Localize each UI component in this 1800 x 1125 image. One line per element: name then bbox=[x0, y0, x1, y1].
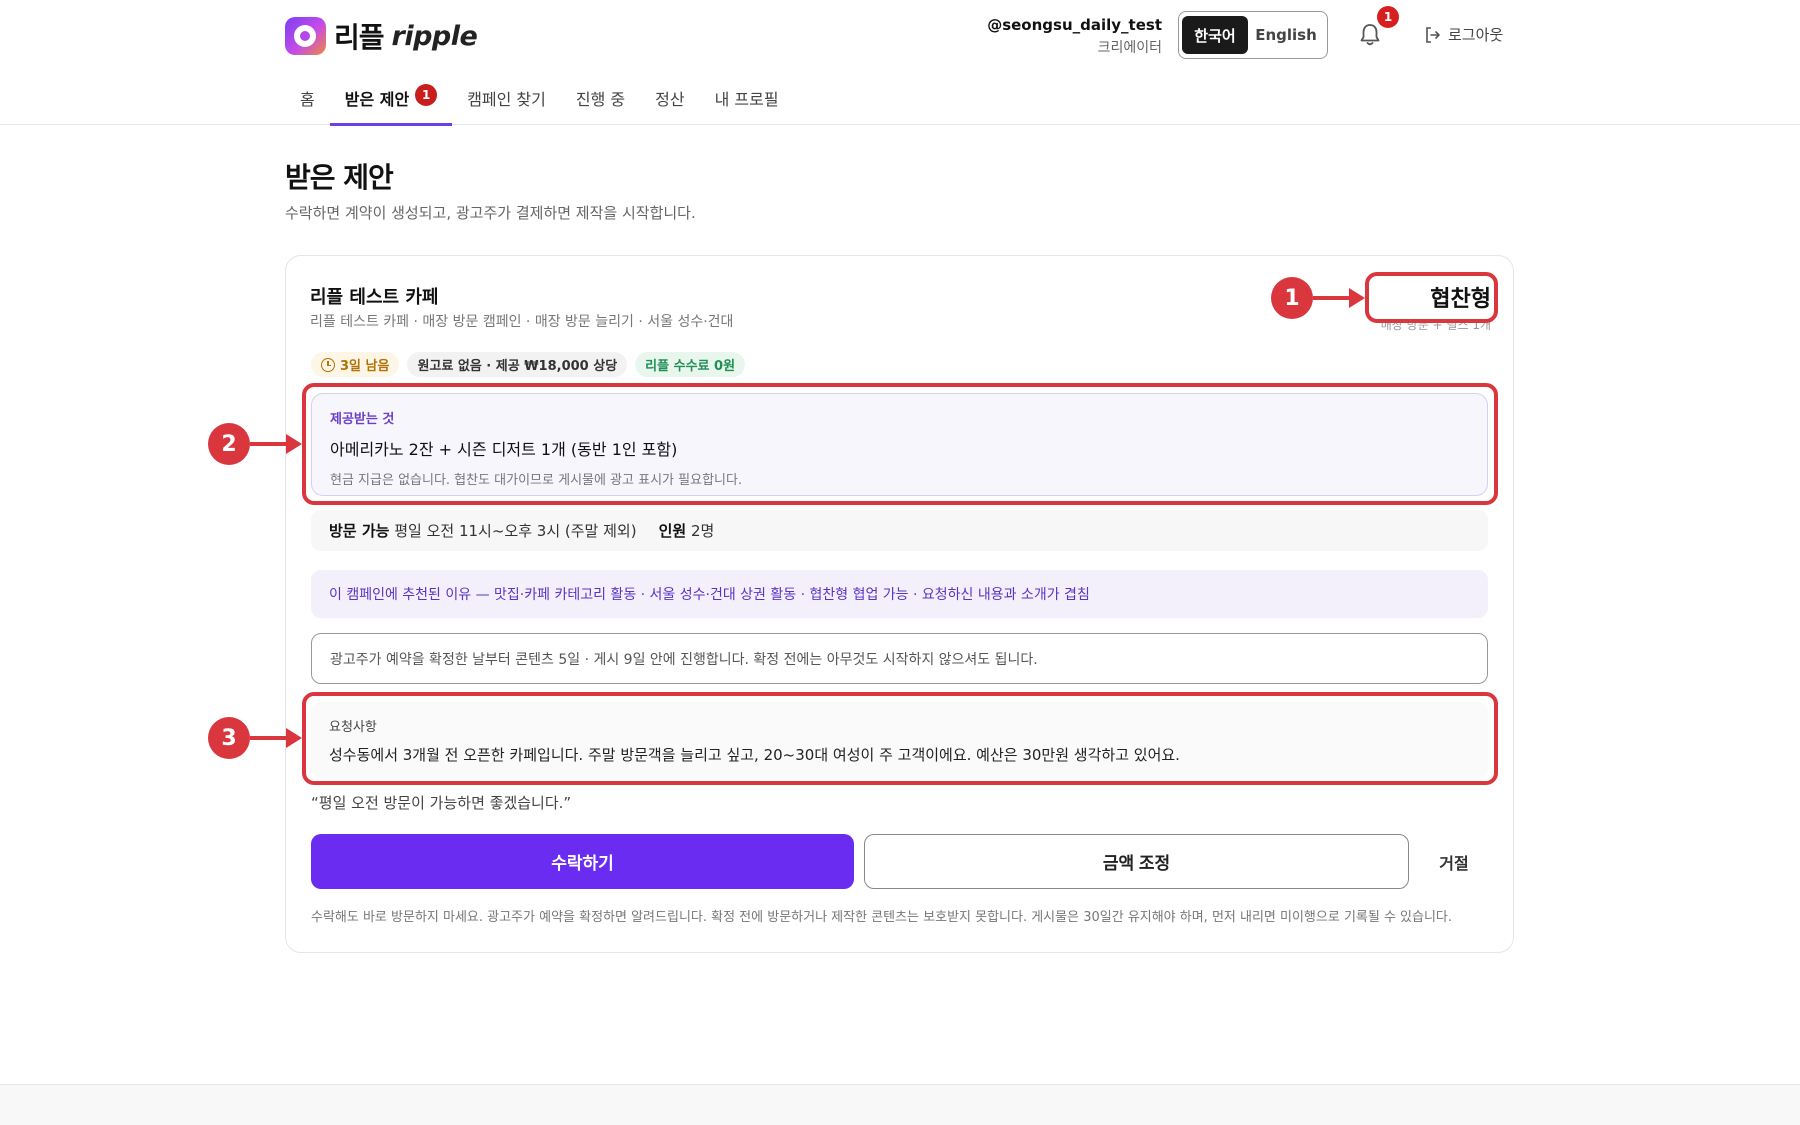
store-name: 리플 테스트 카페 bbox=[310, 287, 439, 308]
top-header: 리플 ripple @seongsu_daily_test 크리에이터 한국어 … bbox=[0, 0, 1800, 126]
logout-button[interactable]: 로그아웃 bbox=[1424, 24, 1503, 45]
advertiser-quote: “평일 오전 방문이 가능하면 좋겠습니다.” bbox=[311, 794, 572, 812]
annotation-arrow-1 bbox=[1313, 288, 1365, 308]
logo[interactable]: 리플 ripple bbox=[285, 16, 478, 56]
page-footer bbox=[0, 1084, 1800, 1125]
time-left-chip: 3일 남음 bbox=[311, 352, 400, 377]
fee-chip: 원고료 없음 · 제공 ₩18,000 상당 bbox=[407, 352, 628, 377]
recommendation-reason: 이 캠페인에 추천된 이유 — 맛집·카페 카테고리 활동 · 서울 성수·건대… bbox=[311, 570, 1488, 618]
tab-label: 내 프로필 bbox=[714, 90, 779, 109]
accept-button[interactable]: 수락하기 bbox=[311, 834, 854, 889]
highlight-box-3 bbox=[302, 692, 1498, 785]
lang-english-button[interactable]: English bbox=[1248, 16, 1324, 54]
reject-button[interactable]: 거절 bbox=[1420, 834, 1488, 889]
visit-people: 인원 2명 bbox=[659, 520, 715, 541]
tab-label: 받은 제안 bbox=[344, 90, 410, 109]
visit-value: 평일 오전 11시~오후 3시 (주말 제외) bbox=[394, 522, 637, 540]
user-handle: @seongsu_daily_test bbox=[987, 16, 1162, 34]
lang-korean-button[interactable]: 한국어 bbox=[1182, 16, 1248, 54]
time-left-text: 3일 남음 bbox=[340, 359, 390, 374]
annotation-arrow-2 bbox=[250, 434, 302, 454]
logo-icon bbox=[285, 17, 326, 55]
visit-info-row: 방문 가능 평일 오전 11시~오후 3시 (주말 제외) 인원 2명 bbox=[311, 510, 1488, 551]
tab-label: 진행 중 bbox=[575, 90, 626, 109]
main-nav: 홈 받은 제안 1 캠페인 찾기 진행 중 정산 내 프로필 bbox=[285, 72, 794, 126]
tab-home[interactable]: 홈 bbox=[285, 72, 330, 125]
logout-label: 로그아웃 bbox=[1448, 26, 1504, 44]
visit-availability: 방문 가능 평일 오전 11시~오후 3시 (주말 제외) bbox=[329, 520, 637, 541]
people-value: 2명 bbox=[690, 522, 715, 540]
tab-settlement[interactable]: 정산 bbox=[640, 72, 699, 125]
tab-label: 홈 bbox=[300, 90, 315, 109]
visit-label: 방문 가능 bbox=[329, 522, 390, 540]
people-label: 인원 bbox=[658, 522, 687, 540]
ripple-fee-chip: 리플 수수료 0원 bbox=[635, 352, 746, 377]
tab-in-progress[interactable]: 진행 중 bbox=[561, 72, 640, 125]
highlight-box-1 bbox=[1365, 272, 1498, 323]
tab-received-offers[interactable]: 받은 제안 1 bbox=[329, 72, 453, 126]
annotation-marker-1: 1 bbox=[1271, 277, 1313, 319]
logo-text-ko: 리플 bbox=[334, 21, 385, 54]
bell-icon[interactable] bbox=[1358, 22, 1382, 48]
page-title: 받은 제안 bbox=[285, 161, 394, 194]
tab-label: 정산 bbox=[655, 90, 685, 109]
logo-text-en: ripple bbox=[391, 20, 478, 52]
page-subtitle: 수락하면 계약이 생성되고, 광고주가 결제하면 제작을 시작합니다. bbox=[285, 204, 696, 222]
offer-chips: 3일 남음 원고료 없음 · 제공 ₩18,000 상당 리플 수수료 0원 bbox=[311, 352, 746, 377]
tab-label: 캠페인 찾기 bbox=[467, 90, 546, 109]
store-meta: 리플 테스트 카페 · 매장 방문 캠페인 · 매장 방문 늘리기 · 서울 성… bbox=[310, 314, 734, 330]
tab-badge: 1 bbox=[415, 84, 438, 106]
language-toggle: 한국어 English bbox=[1178, 11, 1328, 59]
tab-find-campaigns[interactable]: 캠페인 찾기 bbox=[452, 72, 561, 125]
highlight-box-2 bbox=[302, 383, 1498, 505]
adjust-price-button[interactable]: 금액 조정 bbox=[864, 834, 1409, 889]
tab-my-profile[interactable]: 내 프로필 bbox=[700, 72, 794, 125]
annotation-marker-2: 2 bbox=[208, 423, 250, 465]
user-info: @seongsu_daily_test 크리에이터 bbox=[987, 16, 1162, 57]
schedule-info: 광고주가 예약을 확정한 날부터 콘텐츠 5일 · 게시 9일 안에 진행합니다… bbox=[311, 633, 1488, 684]
user-role: 크리에이터 bbox=[1097, 40, 1162, 56]
annotation-arrow-3 bbox=[250, 728, 302, 748]
annotation-marker-3: 3 bbox=[208, 717, 250, 759]
logout-icon bbox=[1426, 26, 1440, 43]
clock-icon bbox=[321, 357, 335, 372]
acceptance-footnote: 수락해도 바로 방문하지 마세요. 광고주가 예약을 확정하면 알려드립니다. … bbox=[311, 910, 1453, 925]
notification-badge: 1 bbox=[1377, 6, 1399, 28]
